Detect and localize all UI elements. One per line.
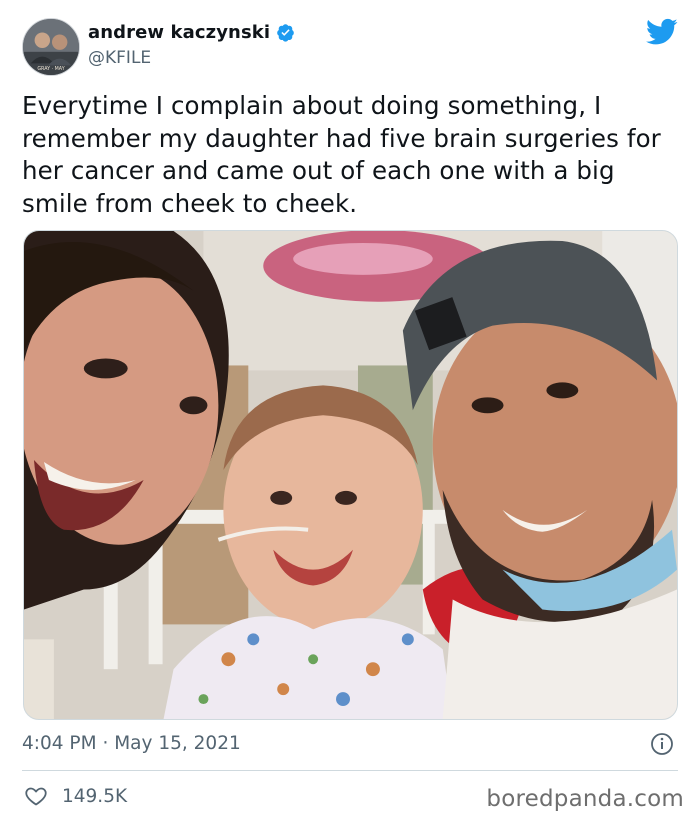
author-display-name[interactable]: andrew kaczynski	[88, 22, 270, 43]
tweet-timestamp[interactable]: 4:04 PM · May 15, 2021	[22, 733, 241, 754]
author-info: andrew kaczynski @KFILE	[88, 22, 295, 68]
avatar-caption: GRAY · MAY	[37, 66, 64, 72]
divider	[22, 770, 678, 771]
tweet-text: Everytime I complain about doing somethi…	[22, 91, 661, 218]
like-count: 149.5K	[62, 785, 128, 807]
tweet-card: GRAY · MAY andrew kaczynski @KFILE Every…	[0, 0, 700, 823]
watermark: boredpanda.com	[486, 786, 684, 812]
like-action[interactable]: 149.5K	[24, 784, 127, 808]
verified-badge-icon	[277, 24, 294, 42]
twitter-bird-icon[interactable]	[646, 18, 678, 46]
heart-icon[interactable]	[24, 784, 48, 808]
tweet-photo[interactable]	[23, 230, 678, 720]
avatar[interactable]: GRAY · MAY	[22, 18, 80, 76]
timestamp-separator: ·	[102, 733, 109, 754]
info-icon[interactable]	[650, 732, 674, 756]
tweet-time: 4:04 PM	[22, 733, 97, 754]
avatar-image: GRAY · MAY	[23, 19, 79, 75]
author-handle[interactable]: @KFILE	[88, 48, 295, 68]
tweet-date: May 15, 2021	[114, 733, 241, 754]
tweet-header: GRAY · MAY andrew kaczynski @KFILE	[22, 16, 682, 78]
family-photo	[24, 231, 677, 719]
